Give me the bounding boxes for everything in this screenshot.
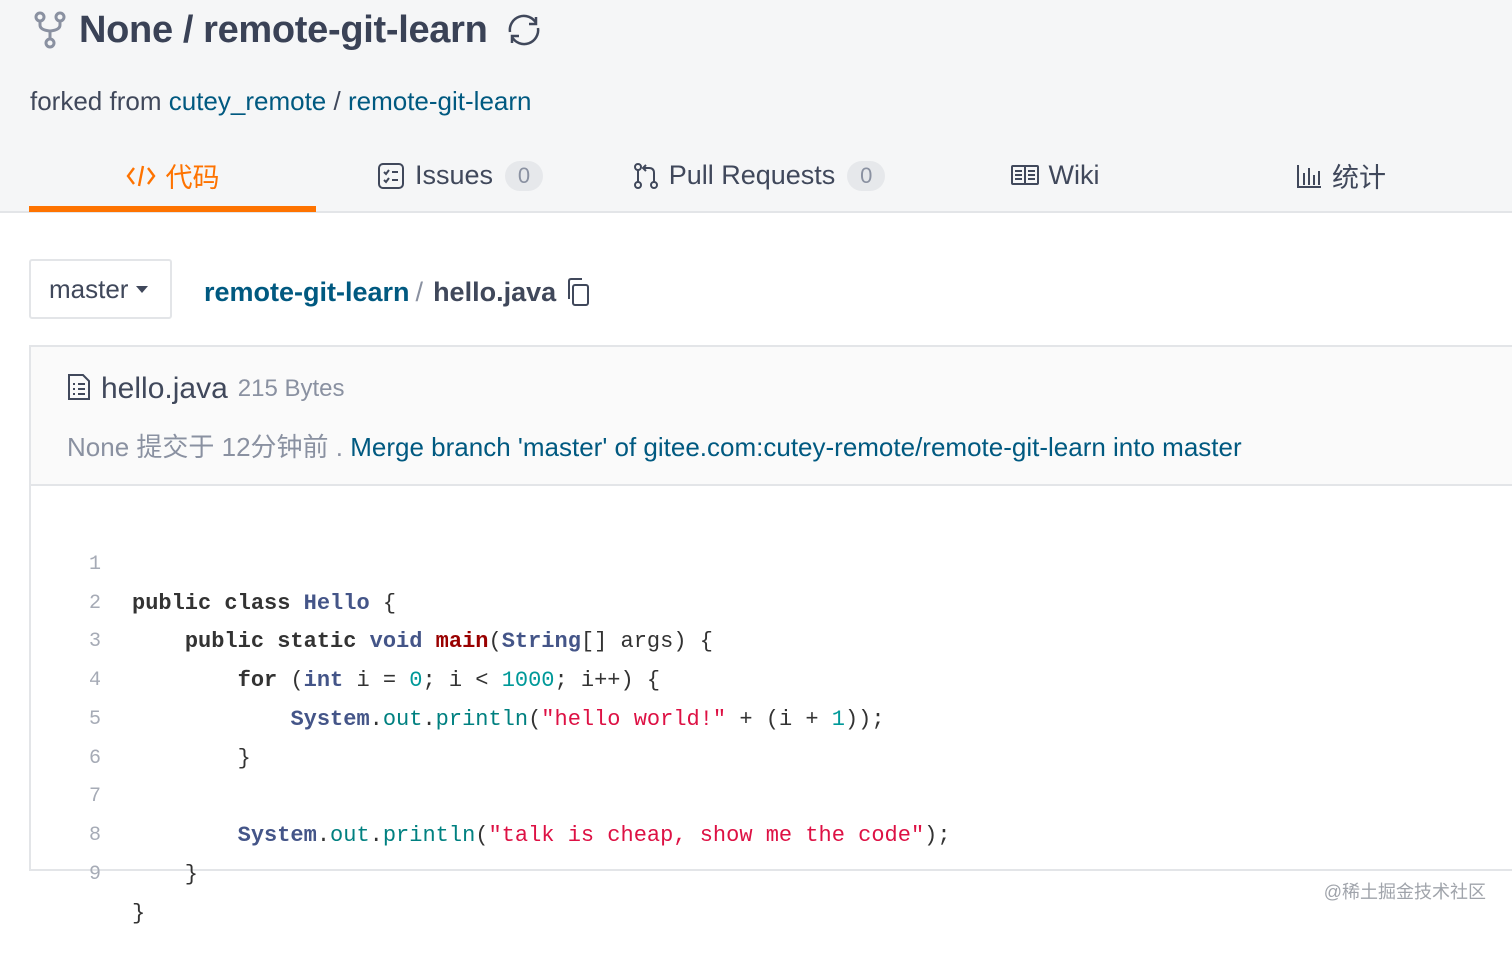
fork-icon [33,10,69,50]
breadcrumb-separator: / [415,276,424,307]
tab-stats-label: 统计 [1332,163,1386,193]
copy-icon[interactable] [566,277,590,307]
file-info: hello.java 215 Bytes [67,369,345,409]
tab-pull-requests-label: Pull Requests [668,160,836,190]
commit-info: None 提交于 12分钟前 . Merge branch 'master' o… [67,427,1242,464]
repo-title-separator: / [182,8,194,51]
code-line: 8 } [31,778,1512,887]
pull-requests-count-badge: 0 [847,160,886,191]
code-icon [126,163,156,189]
chevron-down-icon [136,285,149,293]
code-text: } [132,861,199,887]
repo-title: None / remote-git-learn [33,6,546,54]
file-icon [67,373,91,406]
file-viewer: hello.java 215 Bytes None 提交于 12分钟前 . Me… [29,345,1512,926]
issues-icon [377,162,405,190]
tab-code-label: 代码 [165,163,220,193]
commit-separator: . [335,432,344,462]
breadcrumb-file: hello.java [433,276,557,307]
repo-header: None / remote-git-learn forked from cute… [0,0,1512,213]
active-tab-indicator [29,206,316,212]
commit-time: 提交于 12分钟前 [136,432,329,462]
watermark: @稀土掘金技术社区 [1323,882,1486,902]
tab-issues-label: Issues [414,160,494,190]
code-line: 1 public class Hello { [31,507,1512,616]
code-line: 7 System.out.println("talk is cheap, sho… [31,740,1512,848]
tab-pull-requests[interactable]: Pull Requests 0 [628,140,890,211]
code-line: 4 System.out.println("hello world!" + (i… [31,623,1512,732]
forked-separator: / [333,86,341,116]
branch-selector[interactable]: master [29,259,172,319]
commit-author[interactable]: None [67,432,129,462]
code-line: 9 } [31,817,1512,926]
repo-name[interactable]: remote-git-learn [203,9,488,52]
breadcrumb-repo-link[interactable]: remote-git-learn [204,277,410,308]
forked-from-label: forked from [30,86,162,116]
tab-code[interactable]: 代码 [29,140,316,212]
code-line: 2 public static void main(String[] args)… [31,546,1512,655]
bar-chart-icon [1296,163,1322,189]
file-header: hello.java 215 Bytes None 提交于 12分钟前 . Me… [31,347,1512,486]
code-text: } [132,900,146,926]
file-name: hello.java [101,372,228,405]
forked-repo-link[interactable]: remote-git-learn [348,86,532,116]
repo-owner[interactable]: None [79,9,173,52]
code-line: 3 for (int i = 0; i < 1000; i++) { [31,585,1512,693]
branch-label: master [49,273,129,304]
tab-wiki[interactable]: Wiki [1000,140,1110,211]
book-icon [1010,164,1039,187]
code-line: 6 [31,701,1512,770]
code-line: 5 } [31,662,1512,771]
forked-owner-link[interactable]: cutey_remote [169,86,327,116]
file-size: 215 Bytes [237,375,345,402]
commit-message-link[interactable]: Merge branch 'master' of gitee.com:cutey… [350,432,1241,462]
tab-stats[interactable]: 统计 [1285,140,1397,211]
pull-request-icon [633,162,659,190]
code-block: 1 public class Hello { 2 public static v… [31,507,1512,926]
tab-issues[interactable]: Issues 0 [370,140,550,211]
sync-icon[interactable] [502,8,546,52]
forked-from: forked from cutey_remote / remote-git-le… [30,86,531,117]
tab-wiki-label: Wiki [1048,160,1100,190]
issues-count-badge: 0 [505,160,544,191]
breadcrumb: remote-git-learn / hello.java [204,272,590,312]
line-number[interactable]: 9 [31,856,101,895]
repo-tabs: 代码 Issues 0 Pull Requests 0 Wiki 统计 [0,140,1512,212]
